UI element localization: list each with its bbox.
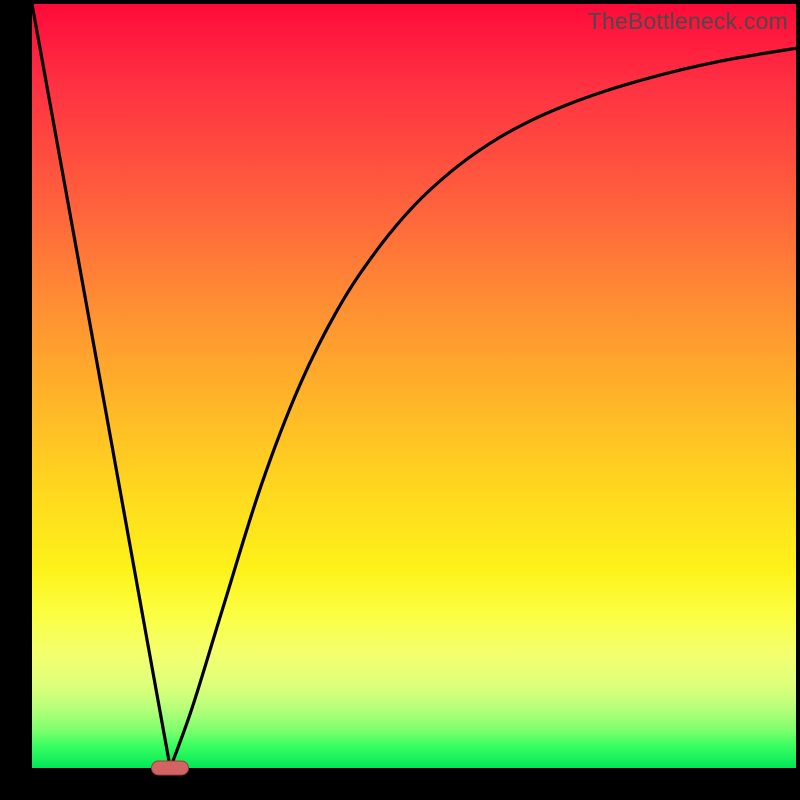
bottleneck-curve-path bbox=[32, 4, 796, 768]
minimum-marker bbox=[151, 761, 189, 776]
plot-area: TheBottleneck.com bbox=[32, 4, 796, 768]
curve-layer bbox=[32, 4, 796, 768]
chart-frame: TheBottleneck.com bbox=[0, 0, 800, 800]
